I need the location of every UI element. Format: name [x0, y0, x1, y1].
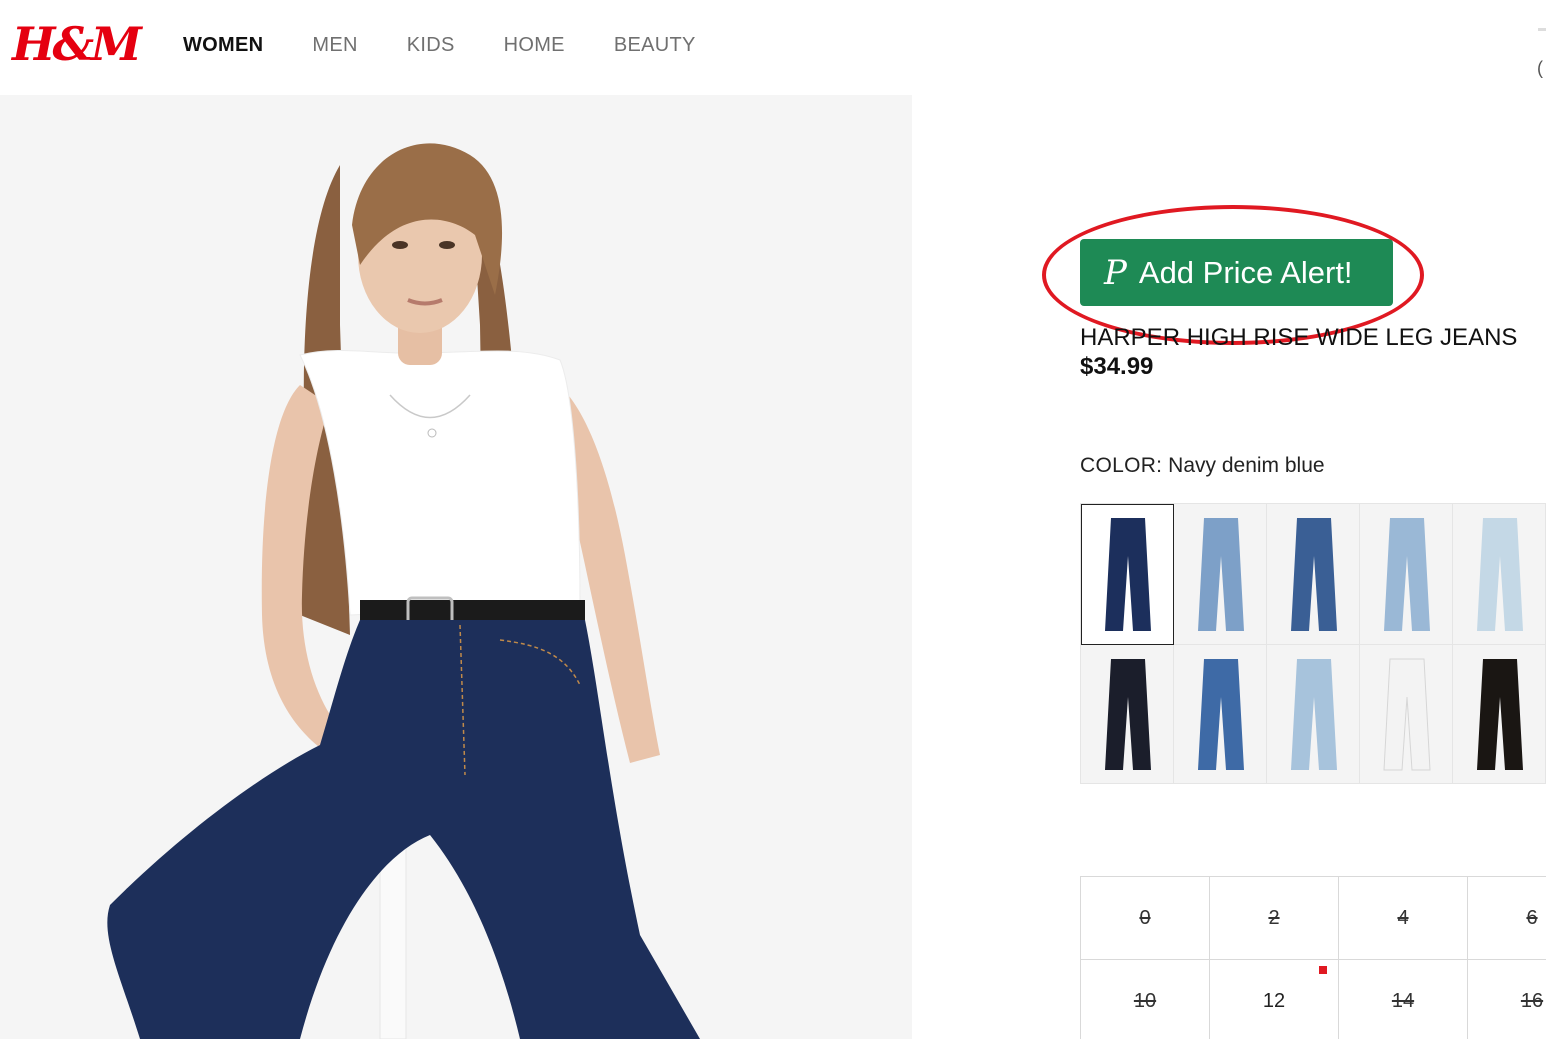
- size-option-4[interactable]: 4: [1339, 877, 1468, 960]
- size-label: 0: [1139, 906, 1151, 929]
- size-label: 14: [1391, 989, 1415, 1012]
- nav-women[interactable]: WOMEN: [183, 34, 263, 57]
- product-title: HARPER HIGH RISE WIDE LEG JEANS: [1080, 324, 1518, 351]
- color-swatch-light-blue[interactable]: [1174, 504, 1267, 645]
- color-value: Navy denim blue: [1168, 454, 1325, 477]
- product-image[interactable]: [0, 95, 912, 1039]
- size-label: 10: [1133, 989, 1157, 1012]
- color-label: COLOR: Navy denim blue: [1080, 454, 1325, 478]
- nav-kids[interactable]: KIDS: [407, 34, 455, 57]
- jeans-thumbnail-icon: [1383, 658, 1431, 771]
- jeans-thumbnail-icon: [1105, 659, 1151, 770]
- size-label: 16: [1520, 989, 1544, 1012]
- cropped-header-icon[interactable]: (: [1537, 58, 1543, 79]
- color-swatch-white[interactable]: [1360, 645, 1453, 784]
- size-option-0[interactable]: 0: [1081, 877, 1210, 960]
- size-label: 2: [1268, 906, 1280, 929]
- main-nav: WOMEN MEN KIDS HOME BEAUTY: [183, 34, 696, 57]
- size-selector-grid: 0 2 4 6 10 12 14 16: [1080, 876, 1546, 1039]
- jeans-thumbnail-icon: [1291, 659, 1337, 770]
- header-edge-divider: [1538, 28, 1546, 31]
- size-label: 4: [1397, 906, 1409, 929]
- nav-men[interactable]: MEN: [312, 34, 357, 57]
- jeans-thumbnail-icon: [1384, 518, 1430, 631]
- low-stock-indicator: [1319, 966, 1327, 974]
- jeans-thumbnail-icon: [1198, 518, 1244, 631]
- size-option-10[interactable]: 10: [1081, 960, 1210, 1039]
- color-swatch-very-light-blue[interactable]: [1453, 504, 1546, 645]
- color-swatch-grid: [1080, 503, 1546, 784]
- color-swatch-navy[interactable]: [1081, 504, 1174, 645]
- size-option-12[interactable]: 12: [1210, 960, 1339, 1039]
- jeans-thumbnail-icon: [1198, 659, 1244, 770]
- product-price: $34.99: [1080, 353, 1154, 380]
- size-label: 6: [1526, 906, 1538, 929]
- nav-beauty[interactable]: BEAUTY: [614, 34, 696, 57]
- jeans-thumbnail-icon: [1477, 659, 1523, 770]
- jeans-thumbnail-icon: [1105, 518, 1151, 631]
- nav-home[interactable]: HOME: [504, 34, 565, 57]
- color-swatch-mid-blue[interactable]: [1267, 504, 1360, 645]
- hm-logo[interactable]: H&M: [12, 16, 142, 72]
- color-swatch-denim-blue[interactable]: [1174, 645, 1267, 784]
- color-swatch-sky-blue[interactable]: [1267, 645, 1360, 784]
- size-label: 12: [1262, 989, 1286, 1012]
- color-key: COLOR:: [1080, 454, 1163, 477]
- size-option-2[interactable]: 2: [1210, 877, 1339, 960]
- jeans-thumbnail-icon: [1477, 518, 1523, 631]
- size-option-16[interactable]: 16: [1468, 960, 1546, 1039]
- jeans-thumbnail-icon: [1291, 518, 1337, 631]
- color-swatch-black[interactable]: [1453, 645, 1546, 784]
- model-illustration: [107, 143, 700, 1039]
- size-option-14[interactable]: 14: [1339, 960, 1468, 1039]
- color-swatch-black-denim[interactable]: [1081, 645, 1174, 784]
- color-swatch-pale-blue[interactable]: [1360, 504, 1453, 645]
- size-option-6[interactable]: 6: [1468, 877, 1546, 960]
